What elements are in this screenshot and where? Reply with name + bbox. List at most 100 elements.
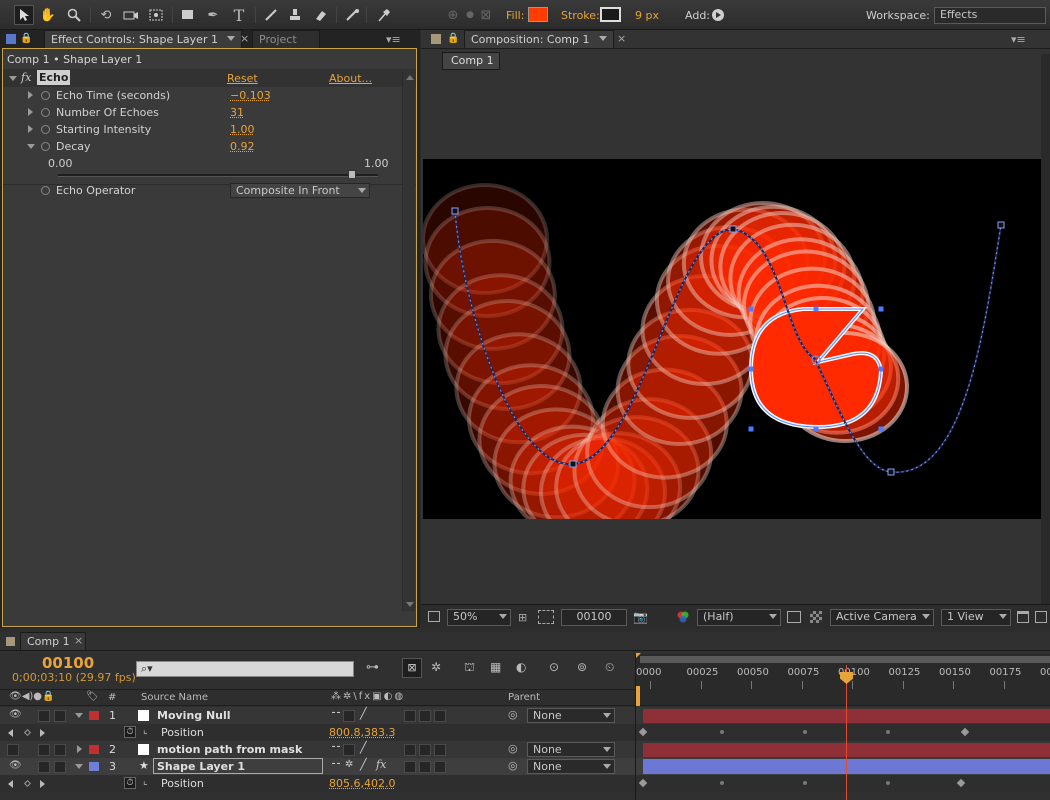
motion-blur-switch[interactable] (404, 761, 416, 773)
add-menu-icon[interactable] (712, 9, 724, 21)
property-row-position[interactable]: ⏱ ⌞ Position 805.6,402.0 (0, 775, 1050, 792)
next-keyframe-icon[interactable] (40, 780, 45, 788)
effect-controls-scrollbar[interactable] (402, 71, 415, 611)
channel-rgb-icon[interactable] (676, 611, 690, 623)
lock-switch[interactable] (38, 744, 50, 756)
grid-guides-icon[interactable]: ⊞ (518, 611, 530, 623)
panel-menu-icon[interactable]: ▾≡ (1011, 33, 1026, 46)
pick-whip-icon[interactable]: ◎ (508, 759, 518, 772)
layer-label-color[interactable] (89, 762, 99, 771)
roto-brush-tool-icon[interactable] (342, 5, 362, 25)
prev-keyframe-icon[interactable] (8, 780, 13, 788)
snapshot-camera-icon[interactable]: 📷 (633, 610, 648, 624)
stopwatch-icon[interactable] (41, 125, 50, 134)
current-time-field[interactable]: 00100 (561, 609, 627, 626)
stroke-label[interactable]: Stroke: (561, 9, 600, 22)
shy-switch-icon[interactable]: ⁃⁃ (331, 742, 341, 753)
decay-slider-thumb[interactable] (348, 170, 356, 179)
roving-keyframe-icon[interactable] (886, 781, 890, 785)
solo-switch[interactable] (54, 761, 66, 773)
fill-label[interactable]: Fill: (506, 9, 524, 22)
shy-switch-icon[interactable]: ⁃⁃ (331, 759, 341, 770)
pick-whip-icon[interactable]: ◎ (508, 742, 518, 755)
stopwatch-icon[interactable] (41, 91, 50, 100)
tab-effect-controls[interactable]: Effect Controls: Shape Layer 1 (44, 30, 242, 48)
collapse-icon[interactable] (27, 144, 35, 149)
eye-icon[interactable]: 👁 (9, 760, 22, 771)
stopwatch-icon[interactable] (41, 186, 50, 195)
echo-operator-dropdown[interactable]: Composite In Front (230, 183, 370, 198)
timer-icon[interactable]: ⏲ (605, 660, 614, 675)
position-value[interactable]: 805.6,402.0 (329, 777, 395, 790)
zoom-tool-icon[interactable] (64, 5, 84, 25)
eye-switch[interactable] (7, 744, 19, 756)
work-area-start-marker[interactable] (636, 686, 640, 706)
stroke-width-value[interactable]: 9 px (635, 9, 659, 22)
viewer-scrollbar[interactable] (1041, 54, 1050, 614)
scroll-up-icon[interactable] (406, 75, 414, 80)
work-area-bar[interactable] (640, 656, 1050, 663)
hand-tool-icon[interactable]: ✋ (38, 5, 58, 25)
collapse-icon[interactable] (75, 713, 83, 718)
reset-link[interactable]: Reset (227, 72, 258, 85)
lock-icon[interactable]: 🔒 (20, 33, 32, 45)
expand-icon[interactable] (28, 91, 33, 99)
frame-blending-icon[interactable]: ⛫ (464, 660, 475, 676)
solo-switch[interactable] (54, 710, 66, 722)
eye-icon[interactable]: 👁 (9, 709, 22, 720)
prev-keyframe-icon[interactable] (8, 729, 13, 737)
roving-keyframe-icon[interactable] (886, 730, 890, 734)
add-keyframe-icon[interactable] (24, 729, 31, 736)
expand-icon[interactable] (28, 108, 33, 116)
clone-stamp-tool-icon[interactable] (285, 5, 305, 25)
motion-blur-icon[interactable]: ▦ (490, 660, 501, 674)
tab-menu-dropdown[interactable] (595, 32, 609, 46)
camera-view-dropdown[interactable]: Active Camera (830, 609, 934, 626)
shy-layers-icon[interactable]: ✲ (431, 660, 441, 674)
quality-switch-icon[interactable]: ╱ (360, 758, 367, 771)
shy-switch-icon[interactable]: ⁃⁃ (331, 708, 341, 719)
adjustment-switch[interactable] (419, 744, 431, 756)
timeline-toggle-icon[interactable] (1035, 611, 1047, 623)
toggle-pixel-aspect-icon[interactable] (1017, 611, 1029, 623)
composition-canvas[interactable] (423, 159, 1041, 519)
layer-name-edit-box[interactable]: Shape Layer 1 (153, 758, 323, 774)
param-value[interactable]: −0.103 (230, 89, 271, 102)
auto-keyframe-icon[interactable]: ⊙ (549, 660, 559, 674)
pen-tool-icon[interactable]: ✒ (203, 5, 223, 25)
always-preview-icon[interactable] (428, 611, 440, 622)
camera-tool-icon[interactable] (121, 5, 141, 25)
composition-viewer[interactable] (423, 159, 1041, 519)
scroll-down-icon[interactable] (406, 602, 414, 607)
param-value[interactable]: 0.92 (230, 140, 255, 153)
quality-switch-icon[interactable]: ╱ (360, 741, 367, 754)
param-value[interactable]: 31 (230, 106, 244, 119)
expand-icon[interactable] (28, 125, 33, 133)
about-link[interactable]: About... (329, 72, 372, 85)
property-row-position[interactable]: ⏱ ⌞ Position 800.8,383.3 (0, 724, 1050, 741)
layer-name[interactable]: Shape Layer 1 (157, 760, 245, 773)
layer-label-color[interactable] (89, 745, 99, 754)
motion-blur-switch[interactable] (404, 710, 416, 722)
layer-row-shape-layer-1[interactable]: 👁 3 ★ Shape Layer 1 ⁃⁃ ✲ ╱ fx ◎ None (0, 758, 1050, 775)
keyframe-icon[interactable] (961, 728, 969, 736)
add-keyframe-icon[interactable] (24, 780, 31, 787)
keyframe-icon[interactable] (639, 779, 647, 787)
layer-name[interactable]: motion path from mask (157, 743, 302, 756)
workspace-dropdown[interactable]: Effects (934, 7, 1046, 24)
3d-switch[interactable] (434, 710, 446, 722)
stopwatch-icon[interactable] (41, 108, 50, 117)
motion-blur-switch[interactable] (404, 744, 416, 756)
collapse-icon[interactable] (75, 764, 83, 769)
eraser-tool-icon[interactable] (310, 5, 330, 25)
draft-3d-icon[interactable]: ⊠ (402, 658, 422, 678)
collapse-switch[interactable] (343, 744, 355, 756)
selection-tool-icon[interactable] (14, 5, 34, 25)
comp-mini-flowchart-icon[interactable]: ⊶ (366, 660, 379, 675)
roving-keyframe-icon[interactable] (803, 730, 807, 734)
roving-keyframe-icon[interactable] (720, 781, 724, 785)
decay-slider-track[interactable] (58, 174, 378, 177)
3d-switch[interactable] (434, 744, 446, 756)
stroke-color-swatch[interactable] (600, 7, 621, 22)
position-value[interactable]: 800.8,383.3 (329, 726, 395, 739)
